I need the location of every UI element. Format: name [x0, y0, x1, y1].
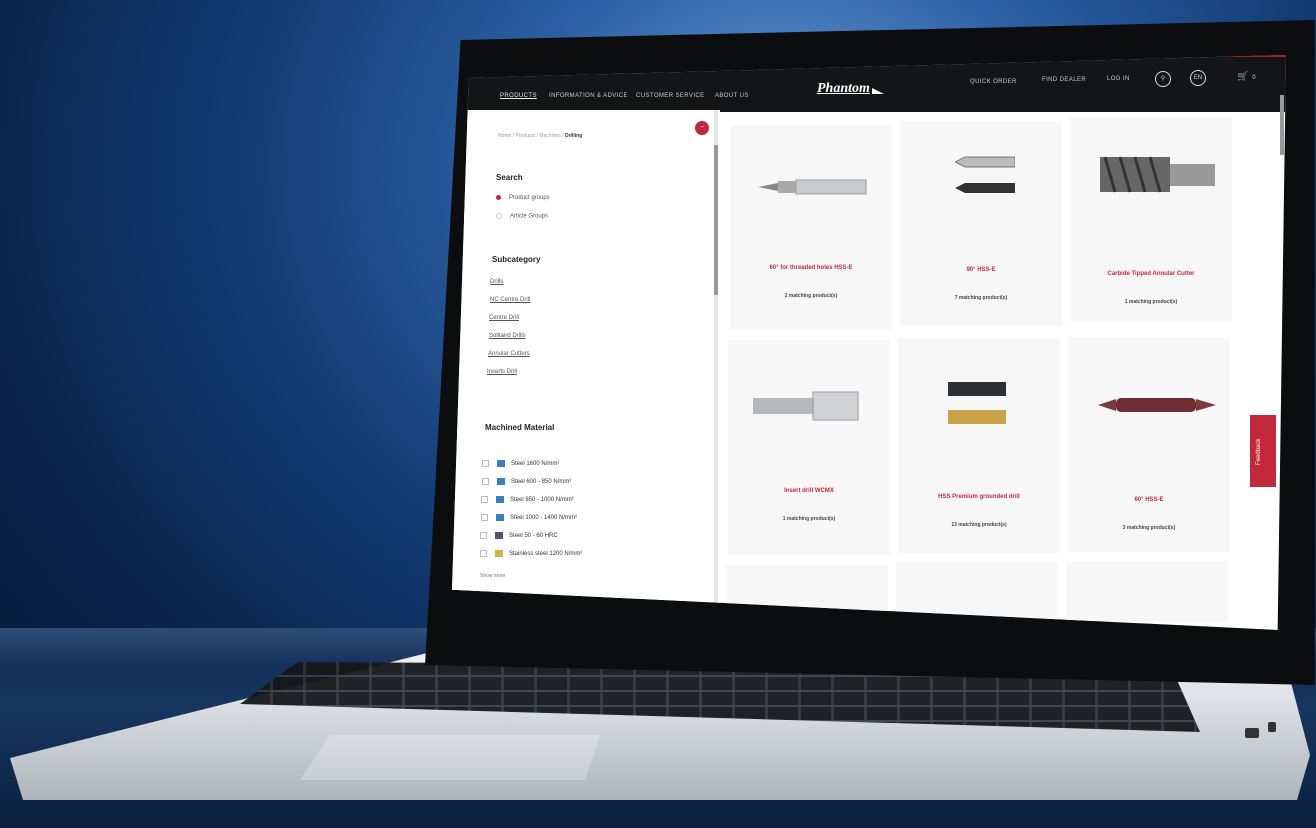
- material-icon: [497, 460, 505, 467]
- material-checkbox[interactable]: Steel 1000 - 1400 N/mm²: [481, 514, 577, 521]
- search-heading: Search: [496, 173, 523, 182]
- filter-toggle-button[interactable]: −: [695, 121, 709, 135]
- annular-cutter-image: [1100, 156, 1215, 193]
- material-label: Steel 50 - 60 HRC: [509, 533, 558, 540]
- breadcrumb: Home / Products / Machines / Drilling: [498, 133, 583, 139]
- sidebar-scrollbar[interactable]: [714, 145, 718, 295]
- product-count: 7 matching product(s): [954, 295, 1008, 301]
- checkbox-icon: [482, 460, 489, 467]
- product-count: 3 matching product(s): [1122, 525, 1176, 531]
- centre-drill-image: [1098, 398, 1216, 412]
- material-label: Steel 600 - 850 N/mm²: [511, 479, 572, 486]
- material-label: Stainless steel 1200 N/mm²: [509, 551, 583, 558]
- product-count: 1 matching product(s): [1124, 299, 1178, 305]
- main-scrollbar[interactable]: [1280, 95, 1284, 155]
- checkbox-icon: [481, 496, 488, 503]
- machined-material-heading: Machined Material: [485, 423, 555, 432]
- material-icon: [495, 550, 503, 557]
- product-card[interactable]: 60° for threaded holes HSS-E 2 matching …: [730, 125, 892, 330]
- product-count: 1 matching product(s): [782, 516, 836, 522]
- site-logo[interactable]: Phantom: [817, 81, 870, 97]
- radio-selected-icon: [496, 195, 501, 200]
- radio-label: Product groups: [509, 195, 550, 202]
- product-title[interactable]: HSS Premium grounded drill: [898, 494, 1060, 500]
- nav-log-in[interactable]: LOG IN: [1107, 76, 1130, 82]
- product-card[interactable]: 90° HSS-E 7 matching product(s): [900, 121, 1062, 326]
- product-card[interactable]: Carbide Tipped Annular Cutter 1 matching…: [1070, 117, 1232, 322]
- material-checkbox[interactable]: Steel 1600 N/mm²: [482, 460, 559, 467]
- subcategory-link[interactable]: NC Centre Drill: [490, 297, 530, 303]
- material-icon: [496, 496, 504, 503]
- material-checkbox[interactable]: Steel 850 - 1000 N/mm²: [481, 496, 574, 503]
- radio-article-groups[interactable]: Article Groups: [496, 213, 548, 220]
- show-more-link[interactable]: Show more: [480, 573, 505, 579]
- usb-port: [1245, 728, 1259, 738]
- material-icon: [496, 514, 504, 521]
- laptop-screen: PRODUCTS INFORMATION & ADVICE CUSTOMER S…: [452, 55, 1286, 630]
- subcategory-link[interactable]: Inserts Drill: [487, 369, 517, 375]
- product-card[interactable]: 60° HSS-E 3 matching product(s): [1068, 337, 1230, 552]
- drill-image: [758, 179, 867, 195]
- nav-find-dealer[interactable]: FIND DEALER: [1042, 77, 1086, 83]
- material-checkbox[interactable]: Steel 600 - 850 N/mm²: [482, 478, 571, 485]
- logo-arrow-icon: [872, 88, 884, 94]
- drill-image: [955, 156, 1015, 193]
- feedback-label: Feedback: [1256, 438, 1262, 465]
- checkbox-icon: [480, 532, 487, 539]
- nav-information-advice[interactable]: INFORMATION & ADVICE: [549, 93, 628, 99]
- product-title[interactable]: 60° for threaded holes HSS-E: [730, 265, 892, 271]
- checkbox-icon: [480, 550, 487, 557]
- material-label: Steel 1600 N/mm²: [511, 461, 560, 468]
- material-icon: [495, 532, 503, 539]
- search-icon[interactable]: ⚲: [1155, 71, 1171, 87]
- product-title[interactable]: Insert drill WCMX: [728, 488, 890, 494]
- breadcrumb-item[interactable]: Products: [516, 133, 536, 139]
- product-count: 2 matching product(s): [784, 293, 838, 299]
- radio-product-groups[interactable]: Product groups: [496, 195, 550, 201]
- insert-drill-image: [753, 391, 859, 421]
- nav-products[interactable]: PRODUCTS: [500, 93, 537, 99]
- nav-customer-service[interactable]: CUSTOMER SERVICE: [636, 93, 705, 99]
- subcategory-link[interactable]: Annular Cutters: [488, 351, 530, 357]
- material-icon: [497, 478, 505, 485]
- checkbox-icon: [481, 514, 488, 521]
- product-count: 13 matching product(s): [951, 522, 1007, 528]
- product-card[interactable]: Insert drill WCMX 1 matching product(s): [728, 340, 890, 555]
- product-title[interactable]: 60° HSS-E: [1068, 497, 1230, 503]
- cart-icon[interactable]: 🛒 0: [1237, 71, 1256, 82]
- breadcrumb-item[interactable]: Machines: [539, 133, 560, 139]
- radio-label: Article Groups: [510, 213, 549, 220]
- nav-quick-order[interactable]: QUICK ORDER: [970, 79, 1017, 85]
- checkbox-icon: [482, 478, 489, 485]
- material-checkbox[interactable]: Steel 50 - 60 HRC: [480, 532, 558, 539]
- radio-empty-icon: [496, 213, 502, 219]
- product-card[interactable]: HSS Premium grounded drill 13 matching p…: [898, 338, 1060, 553]
- feedback-tab[interactable]: Feedback: [1250, 415, 1276, 487]
- language-button[interactable]: EN: [1190, 70, 1206, 86]
- nav-about-us[interactable]: ABOUT US: [715, 93, 749, 99]
- cart-count: 0: [1252, 75, 1256, 81]
- breadcrumb-current: Drilling: [565, 133, 583, 139]
- product-title[interactable]: 90° HSS-E: [900, 267, 1062, 273]
- material-label: Steel 850 - 1000 N/mm²: [510, 497, 574, 504]
- material-label: Steel 1000 - 1400 N/mm²: [510, 515, 578, 522]
- material-checkbox[interactable]: Stainless steel 1200 N/mm²: [480, 550, 582, 557]
- laptop-trackpad: [300, 735, 600, 780]
- product-title[interactable]: Carbide Tipped Annular Cutter: [1070, 271, 1232, 277]
- subcategory-heading: Subcategory: [492, 255, 541, 264]
- subcategory-link[interactable]: Drills: [490, 279, 503, 285]
- breadcrumb-item[interactable]: Home: [498, 133, 511, 139]
- subcategory-link[interactable]: Solitaird Drills: [489, 333, 526, 339]
- subcategory-link[interactable]: Centre Drill: [489, 315, 519, 321]
- product-card[interactable]: [1066, 561, 1228, 621]
- audio-port: [1268, 722, 1276, 732]
- drill-image: [948, 382, 1006, 424]
